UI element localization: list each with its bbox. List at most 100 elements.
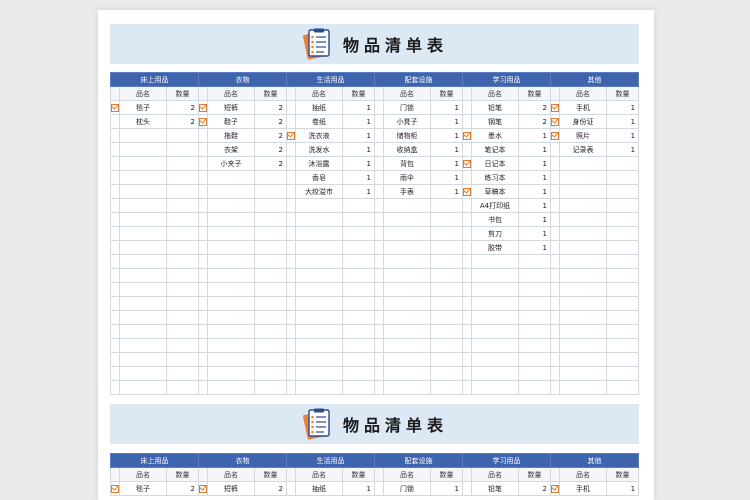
checkbox-checked-icon[interactable] (111, 103, 119, 112)
empty-cell (342, 310, 376, 325)
empty-cell (253, 310, 288, 325)
empty-cell (518, 324, 552, 339)
item-qty (253, 226, 288, 241)
checkbox-checked-icon[interactable] (551, 131, 559, 140)
empty-cell (518, 338, 552, 353)
check-cell[interactable] (462, 128, 473, 143)
check-cell[interactable] (550, 114, 561, 129)
item-name (559, 226, 608, 241)
checkbox-checked-icon[interactable] (551, 103, 559, 112)
item-qty: 1 (518, 226, 552, 241)
category-header: 学习用品 (462, 72, 552, 87)
checkbox-checked-icon[interactable] (199, 103, 207, 112)
check-cell[interactable] (110, 100, 120, 115)
empty-cell (110, 268, 120, 283)
checkbox-checked-icon[interactable] (463, 187, 471, 196)
item-name: 储物柜 (383, 128, 432, 143)
empty-cell (383, 324, 432, 339)
checkbox-checked-icon[interactable] (287, 131, 295, 140)
check-cell (110, 142, 120, 157)
check-cell (110, 226, 120, 241)
check-cell (198, 212, 208, 227)
checkbox-checked-icon[interactable] (463, 159, 471, 168)
empty-cell (383, 268, 432, 283)
check-cell (110, 198, 120, 213)
empty-cell (295, 310, 344, 325)
item-name (559, 170, 608, 185)
item-qty: 1 (518, 128, 552, 143)
item-qty (166, 170, 199, 185)
checkbox-checked-icon[interactable] (111, 484, 119, 493)
check-cell[interactable] (550, 481, 561, 496)
empty-cell (606, 310, 640, 325)
check-cell[interactable] (110, 481, 120, 496)
item-name: 墨水 (471, 128, 520, 143)
empty-row (110, 352, 640, 367)
empty-cell (110, 324, 120, 339)
empty-cell (559, 268, 608, 283)
check-cell (374, 212, 385, 227)
item-qty: 1 (342, 142, 376, 157)
empty-cell (342, 268, 376, 283)
item-name: 书包 (471, 212, 520, 227)
check-cell (374, 170, 385, 185)
item-name (207, 198, 255, 213)
check-cell (198, 142, 208, 157)
empty-cell (295, 268, 344, 283)
checkbox-checked-icon[interactable] (199, 484, 207, 493)
document-sheet: 物品清单表 床上用品 衣物 生活用品 配套设施 学习用品 其他 品名 数量 品名 数量 品名 数量 品名… (98, 10, 654, 500)
page-title: 物品清单表 (342, 36, 448, 55)
item-qty: 1 (342, 184, 376, 199)
item-name (383, 240, 432, 255)
table-row: 剪刀 1 (110, 226, 640, 241)
check-cell[interactable] (286, 128, 297, 143)
item-qty (253, 198, 288, 213)
item-qty: 1 (606, 128, 640, 143)
check-cell (550, 142, 561, 157)
checkbox-checked-icon[interactable] (551, 117, 559, 126)
item-name (559, 198, 608, 213)
empty-cell (207, 352, 255, 367)
check-cell[interactable] (550, 128, 561, 143)
check-cell[interactable] (198, 114, 208, 129)
empty-cell (198, 324, 208, 339)
item-qty: 1 (430, 114, 464, 129)
item-name: 笔记本 (471, 142, 520, 157)
item-name (207, 226, 255, 241)
empty-row (110, 296, 640, 311)
check-cell[interactable] (550, 100, 561, 115)
item-name: 拖鞋 (207, 128, 255, 143)
check-cell (286, 226, 297, 241)
checkbox-checked-icon[interactable] (463, 131, 471, 140)
item-name: 日记本 (471, 156, 520, 171)
empty-cell (374, 268, 385, 283)
empty-cell (550, 282, 561, 297)
column-header-qty: 数量 (342, 467, 376, 482)
inventory-table-second: 床上用品 衣物 生活用品 配套设施 学习用品 其他 品名 数量 品名 数量 品名 数量 品名 数量 品名 数量… (110, 453, 640, 496)
check-cell[interactable] (462, 156, 473, 171)
empty-cell (462, 324, 473, 339)
checkbox-checked-icon[interactable] (199, 117, 207, 126)
empty-cell (471, 268, 520, 283)
column-spacer (110, 86, 120, 101)
empty-cell (383, 254, 432, 269)
column-header-name: 品名 (559, 86, 608, 101)
item-qty: 1 (518, 198, 552, 213)
column-header-name: 品名 (207, 86, 255, 101)
check-cell (198, 128, 208, 143)
item-qty (606, 240, 640, 255)
check-cell (550, 212, 561, 227)
empty-cell (471, 324, 520, 339)
check-cell (374, 226, 385, 241)
empty-cell (559, 366, 608, 381)
checkbox-checked-icon[interactable] (551, 484, 559, 493)
item-name: 手机 (559, 481, 608, 496)
check-cell[interactable] (198, 100, 208, 115)
check-cell[interactable] (462, 184, 473, 199)
item-name (383, 226, 432, 241)
column-header-name: 品名 (383, 467, 432, 482)
check-cell[interactable] (198, 481, 208, 496)
empty-cell (606, 366, 640, 381)
item-name: 抽纸 (295, 100, 344, 115)
column-header-name: 品名 (471, 467, 520, 482)
